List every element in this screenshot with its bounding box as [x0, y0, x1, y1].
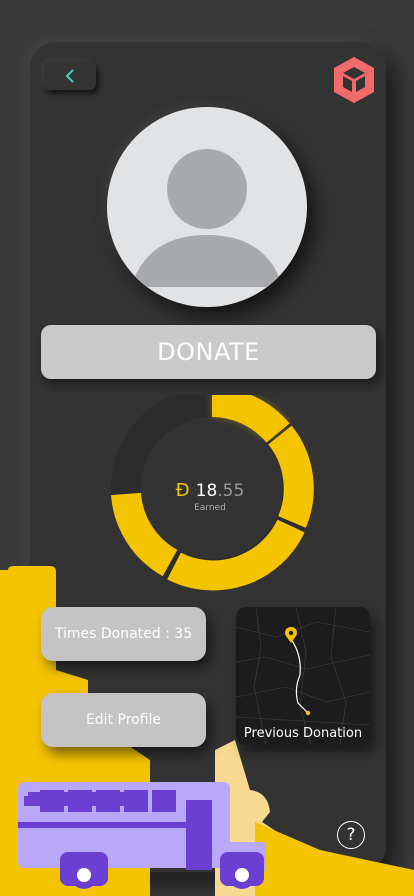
edit-profile-button[interactable]: Edit Profile — [41, 693, 206, 747]
box-logo-icon — [334, 57, 374, 103]
earned-summary: Ð 18.55 Earned — [150, 480, 270, 513]
donate-button[interactable]: DONATE — [41, 325, 376, 379]
user-silhouette-icon — [131, 149, 283, 287]
times-donated-badge: Times Donated : 35 — [41, 607, 206, 661]
previous-donation-map[interactable]: Previous Donation — [236, 607, 370, 745]
map-background — [236, 607, 370, 745]
currency-icon: Ð — [175, 480, 190, 501]
earned-label: Earned — [194, 503, 226, 513]
donut-segment-1 — [211, 395, 290, 444]
avatar[interactable] — [107, 107, 307, 307]
previous-donation-label: Previous Donation — [243, 726, 363, 741]
map-pin-icon — [285, 627, 297, 643]
chevron-left-icon — [65, 69, 74, 83]
help-button[interactable]: ? — [337, 821, 365, 849]
back-button[interactable] — [44, 62, 96, 90]
earned-amount-integer: 18 — [195, 481, 218, 501]
earned-amount-decimal: .55 — [217, 481, 245, 501]
